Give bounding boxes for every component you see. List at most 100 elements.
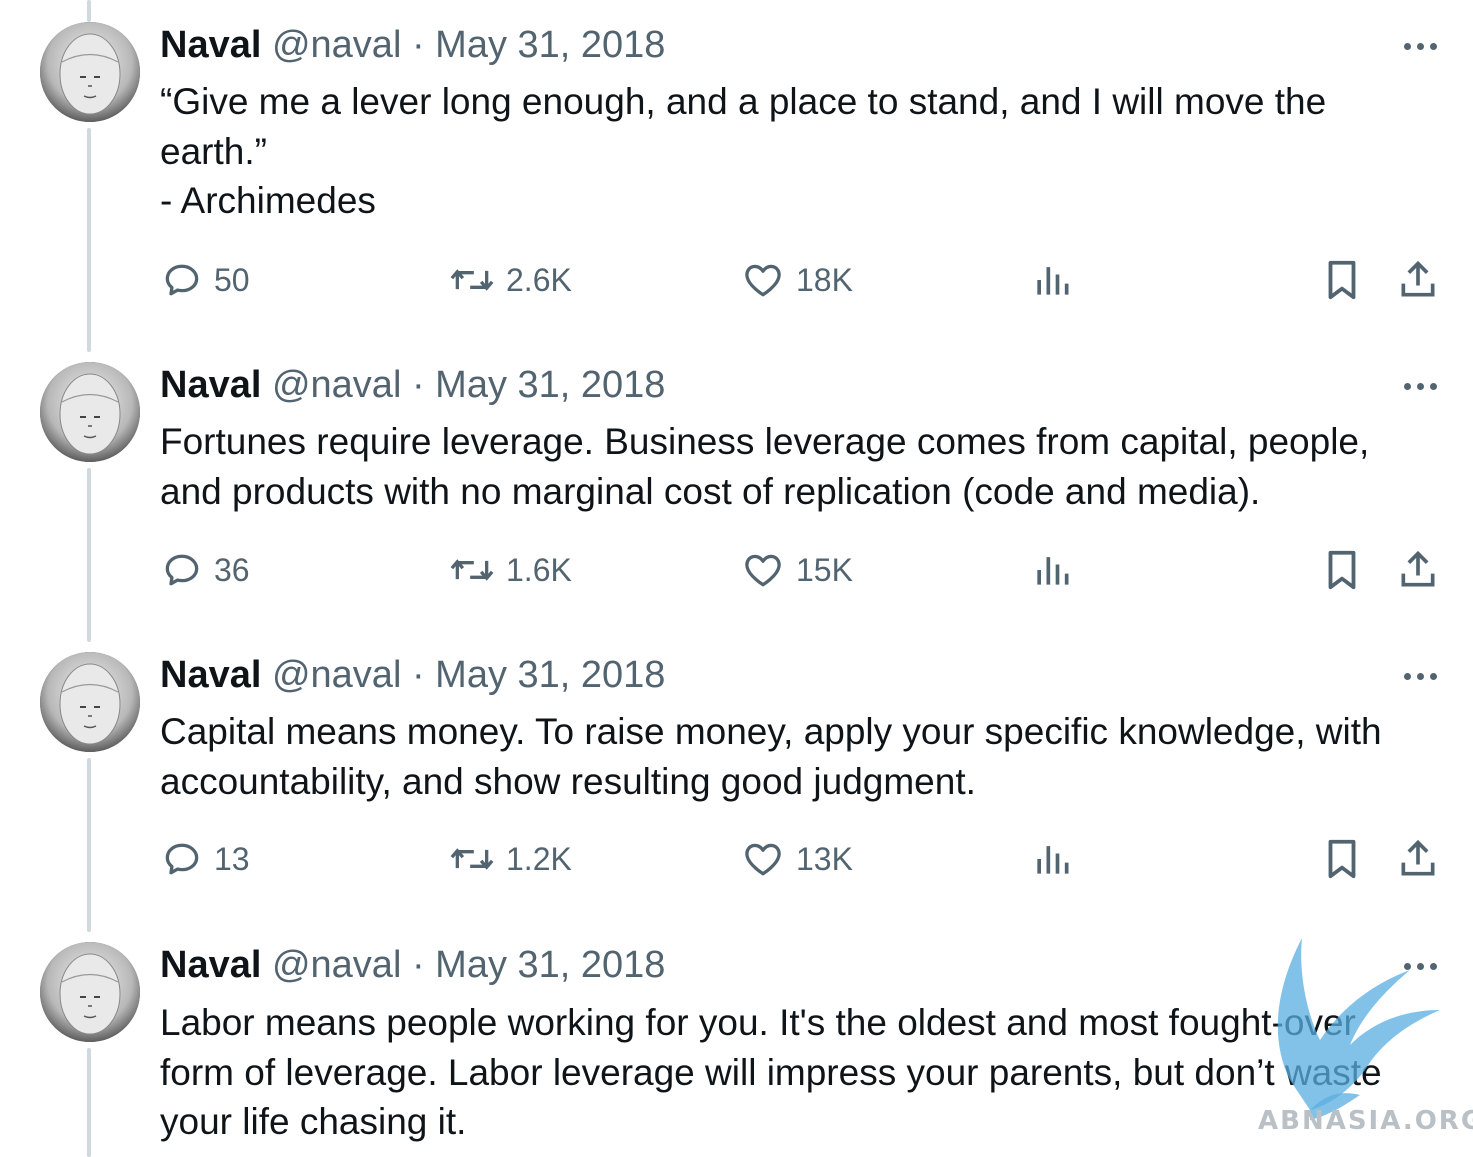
- more-button[interactable]: [1395, 954, 1445, 978]
- avatar-face-icon: [40, 362, 140, 462]
- bar-chart-icon: [1032, 258, 1072, 302]
- tweet-text: Fortunes require leverage. Business leve…: [160, 417, 1440, 516]
- tweet-actions: 50 2.6K 18K: [0, 255, 1473, 305]
- ellipsis-dot: [1403, 672, 1411, 680]
- retweet-button[interactable]: 2.6K: [448, 255, 572, 305]
- avatar-face-icon: [40, 652, 140, 752]
- author-handle[interactable]: @naval: [272, 24, 401, 66]
- reply-button[interactable]: 36: [160, 545, 250, 595]
- bookmark-button[interactable]: [1322, 255, 1362, 305]
- tweet-text: “Give me a lever long enough, and a plac…: [160, 77, 1440, 226]
- ellipsis-dot: [1429, 962, 1437, 970]
- avatar[interactable]: [40, 942, 140, 1042]
- more-button[interactable]: [1395, 374, 1445, 398]
- separator: ·: [411, 24, 425, 66]
- tweet-text: Capital means money. To raise money, app…: [160, 707, 1440, 806]
- bookmark-button[interactable]: [1322, 834, 1362, 884]
- upload-share-icon: [1396, 836, 1440, 882]
- author-handle[interactable]: @naval: [272, 944, 401, 986]
- retweet-arrows-icon: [448, 258, 496, 302]
- heart-icon: [740, 837, 786, 881]
- bookmark-icon: [1322, 547, 1362, 593]
- avatar[interactable]: [40, 362, 140, 462]
- likes-count: 18K: [796, 261, 853, 298]
- like-button[interactable]: 15K: [740, 545, 853, 595]
- avatar[interactable]: [40, 652, 140, 752]
- like-button[interactable]: 13K: [740, 834, 853, 884]
- avatar[interactable]: [40, 22, 140, 122]
- views-button[interactable]: [1032, 545, 1072, 595]
- author-handle[interactable]: @naval: [272, 364, 401, 406]
- reply-button[interactable]: 13: [160, 834, 250, 884]
- tweet-text-line: form of leverage. Labor leverage will im…: [160, 1051, 1382, 1093]
- replies-count: 50: [214, 261, 250, 298]
- thread-line: [87, 128, 91, 352]
- avatar-face-icon: [40, 22, 140, 122]
- tweet-text-line: and products with no marginal cost of re…: [160, 470, 1261, 512]
- speech-bubble-icon: [160, 258, 204, 302]
- tweet-text-line: accountability, and show resulting good …: [160, 760, 976, 802]
- ellipsis-dot: [1403, 962, 1411, 970]
- replies-count: 36: [214, 551, 250, 588]
- share-button[interactable]: [1396, 834, 1440, 884]
- heart-icon: [740, 548, 786, 592]
- retweet-button[interactable]: 1.6K: [448, 545, 572, 595]
- reply-button[interactable]: 50: [160, 255, 250, 305]
- ellipsis-dot: [1416, 962, 1424, 970]
- tweet-header: Naval @naval · May 31, 2018: [160, 22, 665, 68]
- views-button[interactable]: [1032, 255, 1072, 305]
- separator: ·: [411, 654, 425, 696]
- more-button[interactable]: [1395, 34, 1445, 58]
- ellipsis-dot: [1403, 382, 1411, 390]
- speech-bubble-icon: [160, 837, 204, 881]
- author-name[interactable]: Naval: [160, 364, 261, 406]
- ellipsis-dot: [1416, 672, 1424, 680]
- tweet-text-line: Capital means money. To raise money, app…: [160, 711, 1382, 752]
- author-handle[interactable]: @naval: [272, 654, 401, 696]
- tweet-text-line: your life chasing it.: [160, 1101, 467, 1142]
- tweet-actions: 13 1.2K 13K: [0, 834, 1473, 884]
- avatar-face-icon: [40, 942, 140, 1042]
- tweet-date[interactable]: May 31, 2018: [435, 654, 665, 696]
- author-name[interactable]: Naval: [160, 944, 261, 986]
- author-name[interactable]: Naval: [160, 654, 261, 696]
- tweet-date[interactable]: May 31, 2018: [435, 364, 665, 406]
- upload-share-icon: [1396, 547, 1440, 593]
- thread-line: [87, 1048, 91, 1157]
- author-name[interactable]: Naval: [160, 24, 261, 66]
- share-button[interactable]: [1396, 545, 1440, 595]
- tweet-date[interactable]: May 31, 2018: [435, 24, 665, 66]
- tweet-text-line: “Give me a lever long enough, and a plac…: [160, 81, 1327, 122]
- share-button[interactable]: [1396, 255, 1440, 305]
- tweet-date[interactable]: May 31, 2018: [435, 944, 665, 986]
- tweet-header: Naval @naval · May 31, 2018: [160, 362, 665, 408]
- tweet-text-line: Labor means people working for you. It's…: [160, 1002, 1356, 1043]
- retweets-count: 1.6K: [506, 551, 572, 588]
- tweet-header: Naval @naval · May 31, 2018: [160, 652, 665, 698]
- replies-count: 13: [214, 840, 250, 877]
- ellipsis-dot: [1429, 672, 1437, 680]
- more-button[interactable]: [1395, 664, 1445, 688]
- ellipsis-dot: [1416, 42, 1424, 50]
- watermark-text: ABNASIA.ORG: [1258, 1106, 1473, 1136]
- tweet-text: Labor means people working for you. It's…: [160, 998, 1440, 1147]
- speech-bubble-icon: [160, 548, 204, 592]
- likes-count: 13K: [796, 840, 853, 877]
- like-button[interactable]: 18K: [740, 255, 853, 305]
- tweet-text-line: Fortunes require leverage. Business leve…: [160, 421, 1370, 462]
- bookmark-icon: [1322, 257, 1362, 303]
- views-button[interactable]: [1032, 834, 1072, 884]
- bookmark-button[interactable]: [1322, 545, 1362, 595]
- ellipsis-dot: [1429, 42, 1437, 50]
- tweet-actions: 36 1.6K 15K: [0, 545, 1473, 595]
- tweet-text-line: earth.”: [160, 130, 267, 172]
- upload-share-icon: [1396, 257, 1440, 303]
- bookmark-icon: [1322, 836, 1362, 882]
- bar-chart-icon: [1032, 548, 1072, 592]
- retweets-count: 2.6K: [506, 261, 572, 298]
- tweet-header: Naval @naval · May 31, 2018: [160, 942, 665, 988]
- retweet-arrows-icon: [448, 548, 496, 592]
- heart-icon: [740, 258, 786, 302]
- likes-count: 15K: [796, 551, 853, 588]
- retweet-button[interactable]: 1.2K: [448, 834, 572, 884]
